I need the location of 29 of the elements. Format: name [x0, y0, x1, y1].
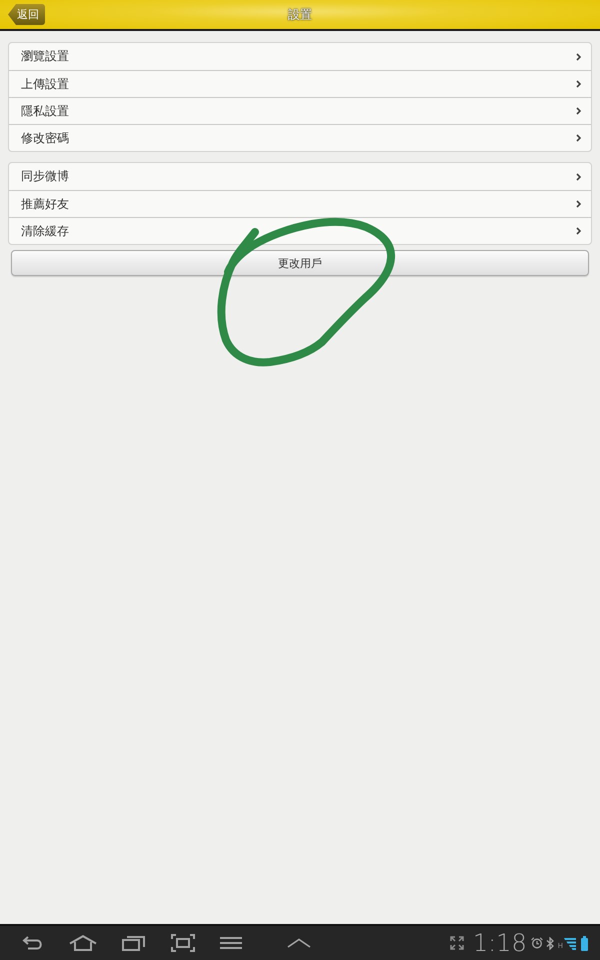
- caret-up-icon[interactable]: [287, 938, 311, 948]
- clock-time: 1:18: [472, 931, 527, 955]
- back-button[interactable]: 返回: [8, 4, 45, 25]
- expand-icon[interactable]: [450, 936, 464, 950]
- settings-row[interactable]: 同步微博: [9, 163, 591, 190]
- bluetooth-icon: [546, 936, 554, 950]
- settings-row[interactable]: 推薦好友: [9, 190, 591, 217]
- settings-row[interactable]: 瀏覽設置: [9, 43, 591, 70]
- alarm-clock-icon: [530, 937, 543, 949]
- chevron-right-icon: [576, 80, 581, 88]
- signal-strength-icon: [564, 936, 576, 950]
- back-icon[interactable]: [22, 936, 44, 950]
- chevron-right-icon: [576, 227, 581, 235]
- battery-icon: [581, 936, 588, 950]
- screenshot-icon[interactable]: [171, 934, 195, 952]
- switch-user-button[interactable]: 更改用戶: [11, 250, 589, 276]
- chevron-right-icon: [576, 107, 581, 115]
- settings-row[interactable]: 上傳設置: [9, 70, 591, 97]
- home-icon[interactable]: [69, 935, 97, 951]
- chevron-right-icon: [576, 200, 581, 208]
- settings-row[interactable]: 清除緩存: [9, 217, 591, 244]
- page-title: 設置: [288, 6, 312, 23]
- chevron-right-icon: [576, 52, 581, 60]
- chevron-right-icon: [576, 172, 581, 180]
- settings-row[interactable]: 隱私設置: [9, 97, 591, 124]
- menu-icon[interactable]: [220, 937, 242, 949]
- recent-apps-icon[interactable]: [122, 935, 146, 951]
- chevron-right-icon: [576, 134, 581, 142]
- settings-row[interactable]: 修改密碼: [9, 124, 591, 151]
